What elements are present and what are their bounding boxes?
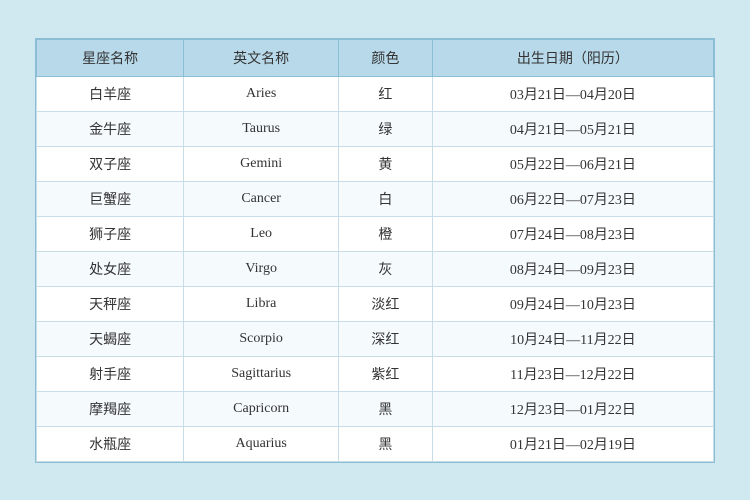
table-row: 天蝎座Scorpio深红10月24日—11月22日 xyxy=(37,321,714,356)
table-row: 天秤座Libra淡红09月24日—10月23日 xyxy=(37,286,714,321)
cell-color: 黑 xyxy=(339,391,433,426)
table-row: 金牛座Taurus绿04月21日—05月21日 xyxy=(37,111,714,146)
zodiac-table: 星座名称 英文名称 颜色 出生日期（阳历） 白羊座Aries红03月21日—04… xyxy=(36,39,714,462)
cell-english: Virgo xyxy=(184,251,339,286)
cell-english: Sagittarius xyxy=(184,356,339,391)
cell-chinese: 白羊座 xyxy=(37,76,184,111)
cell-chinese: 摩羯座 xyxy=(37,391,184,426)
cell-dates: 12月23日—01月22日 xyxy=(432,391,713,426)
col-header-color: 颜色 xyxy=(339,39,433,76)
col-header-dates: 出生日期（阳历） xyxy=(432,39,713,76)
cell-color: 紫红 xyxy=(339,356,433,391)
cell-chinese: 天秤座 xyxy=(37,286,184,321)
cell-dates: 04月21日—05月21日 xyxy=(432,111,713,146)
cell-english: Gemini xyxy=(184,146,339,181)
cell-english: Capricorn xyxy=(184,391,339,426)
cell-chinese: 处女座 xyxy=(37,251,184,286)
cell-color: 黑 xyxy=(339,426,433,461)
zodiac-table-container: 星座名称 英文名称 颜色 出生日期（阳历） 白羊座Aries红03月21日—04… xyxy=(35,38,715,463)
cell-english: Scorpio xyxy=(184,321,339,356)
col-header-chinese: 星座名称 xyxy=(37,39,184,76)
cell-dates: 09月24日—10月23日 xyxy=(432,286,713,321)
cell-chinese: 巨蟹座 xyxy=(37,181,184,216)
cell-chinese: 金牛座 xyxy=(37,111,184,146)
cell-color: 黄 xyxy=(339,146,433,181)
cell-english: Leo xyxy=(184,216,339,251)
table-row: 巨蟹座Cancer白06月22日—07月23日 xyxy=(37,181,714,216)
cell-dates: 10月24日—11月22日 xyxy=(432,321,713,356)
table-header-row: 星座名称 英文名称 颜色 出生日期（阳历） xyxy=(37,39,714,76)
cell-color: 红 xyxy=(339,76,433,111)
cell-chinese: 天蝎座 xyxy=(37,321,184,356)
cell-english: Aquarius xyxy=(184,426,339,461)
cell-english: Aries xyxy=(184,76,339,111)
cell-color: 淡红 xyxy=(339,286,433,321)
table-row: 白羊座Aries红03月21日—04月20日 xyxy=(37,76,714,111)
table-row: 射手座Sagittarius紫红11月23日—12月22日 xyxy=(37,356,714,391)
cell-chinese: 狮子座 xyxy=(37,216,184,251)
cell-dates: 06月22日—07月23日 xyxy=(432,181,713,216)
cell-english: Cancer xyxy=(184,181,339,216)
table-row: 处女座Virgo灰08月24日—09月23日 xyxy=(37,251,714,286)
cell-dates: 05月22日—06月21日 xyxy=(432,146,713,181)
cell-dates: 11月23日—12月22日 xyxy=(432,356,713,391)
cell-color: 灰 xyxy=(339,251,433,286)
cell-color: 绿 xyxy=(339,111,433,146)
table-row: 双子座Gemini黄05月22日—06月21日 xyxy=(37,146,714,181)
table-row: 水瓶座Aquarius黑01月21日—02月19日 xyxy=(37,426,714,461)
cell-dates: 01月21日—02月19日 xyxy=(432,426,713,461)
cell-color: 深红 xyxy=(339,321,433,356)
col-header-english: 英文名称 xyxy=(184,39,339,76)
cell-color: 橙 xyxy=(339,216,433,251)
table-row: 狮子座Leo橙07月24日—08月23日 xyxy=(37,216,714,251)
cell-dates: 07月24日—08月23日 xyxy=(432,216,713,251)
cell-chinese: 水瓶座 xyxy=(37,426,184,461)
cell-dates: 08月24日—09月23日 xyxy=(432,251,713,286)
cell-chinese: 射手座 xyxy=(37,356,184,391)
cell-chinese: 双子座 xyxy=(37,146,184,181)
cell-english: Libra xyxy=(184,286,339,321)
cell-color: 白 xyxy=(339,181,433,216)
cell-english: Taurus xyxy=(184,111,339,146)
table-row: 摩羯座Capricorn黑12月23日—01月22日 xyxy=(37,391,714,426)
cell-dates: 03月21日—04月20日 xyxy=(432,76,713,111)
